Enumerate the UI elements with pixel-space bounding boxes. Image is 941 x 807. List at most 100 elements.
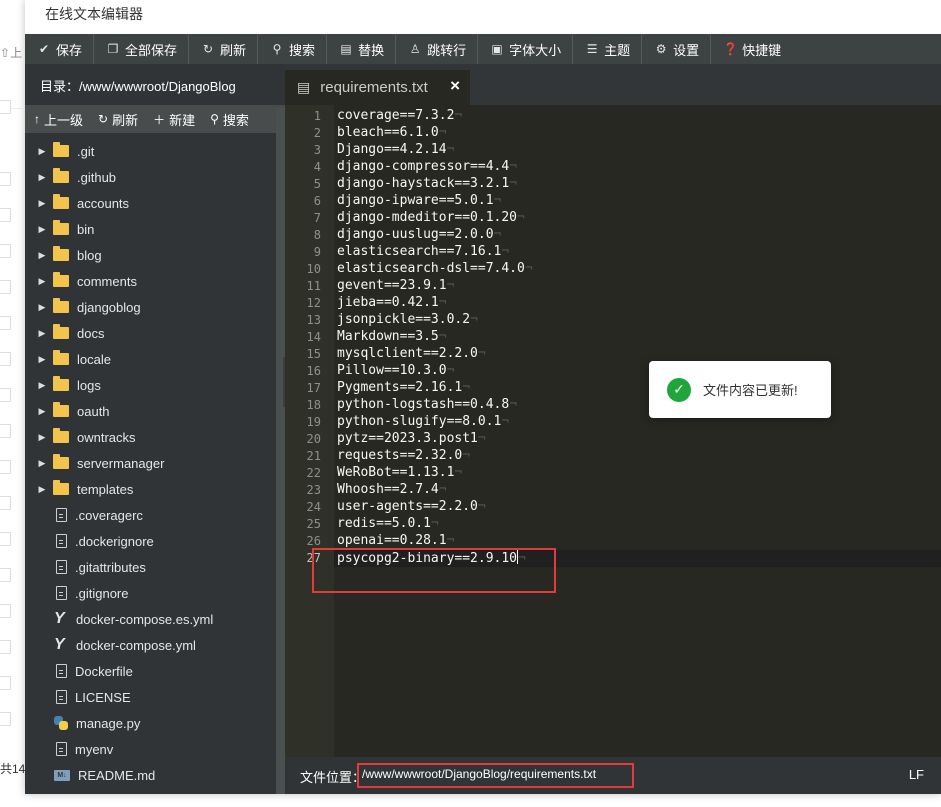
code-line[interactable]: WeRoBot==1.13.1¬ xyxy=(337,465,462,480)
chevron-right-icon[interactable]: ▶ xyxy=(37,380,47,391)
sidebar-refresh-button[interactable]: ↻ 刷新 xyxy=(89,105,144,133)
background-checkbox xyxy=(0,676,11,690)
tree-folder[interactable]: ▶ oauth xyxy=(25,398,275,424)
search-button[interactable]: ⚲ 搜索 xyxy=(258,34,328,64)
code-line[interactable]: python-slugify==8.0.1¬ xyxy=(337,414,509,429)
tree-folder[interactable]: ▶ templates xyxy=(25,476,275,502)
tree-file[interactable]: .dockerignore xyxy=(25,528,275,554)
code-line[interactable]: bleach==6.1.0¬ xyxy=(337,125,447,140)
code-text: python-slugify==8.0.1 xyxy=(337,414,502,429)
tree-file[interactable]: myenv xyxy=(25,736,275,762)
code-line[interactable]: redis==5.0.1¬ xyxy=(337,516,439,531)
code-line[interactable]: openai==0.28.1¬ xyxy=(337,533,454,548)
chevron-right-icon[interactable]: ▶ xyxy=(37,328,47,339)
tree-folder[interactable]: ▶ comments xyxy=(25,268,275,294)
code-line[interactable]: Django==4.2.14¬ xyxy=(337,142,454,157)
code-line[interactable]: django-mdeditor==0.1.20¬ xyxy=(337,210,525,225)
tree-folder[interactable]: ▶ locale xyxy=(25,346,275,372)
theme-button[interactable]: ☰ 主题 xyxy=(573,34,643,64)
tree-file[interactable]: manage.py xyxy=(25,710,275,736)
chevron-right-icon[interactable]: ▶ xyxy=(37,406,47,417)
code-line[interactable]: jsonpickle==3.0.2¬ xyxy=(337,312,478,327)
code-line[interactable]: Pygments==2.16.1¬ xyxy=(337,380,470,395)
background-page: ⇧上 共14个 xyxy=(0,0,37,807)
document-icon: ▤ xyxy=(297,79,311,95)
line-ending[interactable]: LF xyxy=(909,767,924,782)
code-line[interactable]: django-uuslug==2.0.0¬ xyxy=(337,227,501,242)
tree-folder[interactable]: ▶ .git xyxy=(25,138,275,164)
tree-folder[interactable]: ▶ docs xyxy=(25,320,275,346)
new-file-button[interactable]: ＋新建 xyxy=(144,105,201,133)
tree-file[interactable]: .gitattributes xyxy=(25,554,275,580)
code-line[interactable]: coverage==7.3.2¬ xyxy=(337,108,462,123)
chevron-right-icon[interactable]: ▶ xyxy=(37,302,47,313)
code-text: pytz==2023.3.post1 xyxy=(337,431,478,446)
chevron-right-icon[interactable]: ▶ xyxy=(37,224,47,235)
folder-icon xyxy=(53,246,69,261)
tab-requirements[interactable]: ▤ requirements.txt × xyxy=(285,70,470,105)
tree-folder[interactable]: ▶ .github xyxy=(25,164,275,190)
eol-marker: ¬ xyxy=(477,499,486,514)
line-number: 25 xyxy=(306,517,321,531)
code-line[interactable]: Whoosh==2.7.4¬ xyxy=(337,482,447,497)
dialog-title-bar[interactable]: 在线文本编辑器 xyxy=(25,0,941,34)
font-size-icon: ▣ xyxy=(491,42,503,56)
sidebar-scrollbar[interactable] xyxy=(276,108,285,794)
parent-dir-button[interactable]: ↑ 上一级 xyxy=(25,105,89,133)
goto-line-button[interactable]: ♙ 跳转行 xyxy=(396,34,479,64)
code-line[interactable]: elasticsearch-dsl==7.4.0¬ xyxy=(337,261,533,276)
tree-file[interactable]: Ydocker-compose.yml xyxy=(25,632,275,658)
plus-icon: ＋ xyxy=(153,112,166,127)
code-line[interactable]: mysqlclient==2.2.0¬ xyxy=(337,346,486,361)
tree-file[interactable]: Ydocker-compose.es.yml xyxy=(25,606,275,632)
tree-file[interactable]: .gitignore xyxy=(25,580,275,606)
tree-folder[interactable]: ▶ blog xyxy=(25,242,275,268)
tree-file[interactable]: .coveragerc xyxy=(25,502,275,528)
code-line[interactable]: Pillow==10.3.0¬ xyxy=(337,363,454,378)
code-line[interactable]: Markdown==3.5¬ xyxy=(337,329,447,344)
chevron-right-icon[interactable]: ▶ xyxy=(37,354,47,365)
tree-file[interactable]: Dockerfile xyxy=(25,658,275,684)
code-line[interactable]: user-agents==2.2.0¬ xyxy=(337,499,486,514)
chevron-right-icon[interactable]: ▶ xyxy=(37,432,47,443)
file-icon xyxy=(56,508,67,522)
theme-icon: ☰ xyxy=(586,42,598,56)
code-line[interactable]: requests==2.32.0¬ xyxy=(337,448,470,463)
chevron-right-icon[interactable]: ▶ xyxy=(37,484,47,495)
code-line[interactable]: python-logstash==0.4.8¬ xyxy=(337,397,517,412)
sidebar-search-button[interactable]: ⚲ 搜索 xyxy=(201,105,255,133)
code-line[interactable]: elasticsearch==7.16.1¬ xyxy=(337,244,509,259)
save-button[interactable]: ✔ 保存 xyxy=(25,34,95,64)
chevron-right-icon[interactable]: ▶ xyxy=(37,172,47,183)
font-size-button[interactable]: ▣ 字体大小 xyxy=(478,34,574,64)
code-editor[interactable]: 1 2 3 4 5 6 7 8 9 10 11 12 13 14 15 16 17 18 19 20 21 22 23 24 2… xyxy=(285,105,941,757)
tree-folder[interactable]: ▶ djangoblog xyxy=(25,294,275,320)
chevron-right-icon[interactable]: ▶ xyxy=(37,198,47,209)
shortcuts-button[interactable]: ❓ 快捷键 xyxy=(711,34,792,64)
tree-file[interactable]: M↓ README.md xyxy=(25,762,275,788)
replace-button[interactable]: ▤ 替换 xyxy=(327,34,397,64)
tree-folder[interactable]: ▶ accounts xyxy=(25,190,275,216)
close-icon[interactable]: × xyxy=(450,76,460,96)
chevron-right-icon[interactable]: ▶ xyxy=(37,250,47,261)
tree-folder[interactable]: ▶ logs xyxy=(25,372,275,398)
code-line[interactable]: django-haystack==3.2.1¬ xyxy=(337,176,517,191)
chevron-right-icon[interactable]: ▶ xyxy=(37,146,47,157)
code-line[interactable]: pytz==2023.3.post1¬ xyxy=(337,431,486,446)
code-line[interactable]: django-ipware==5.0.1¬ xyxy=(337,193,501,208)
save-all-button[interactable]: ❐ 全部保存 xyxy=(94,34,190,64)
tree-folder[interactable]: ▶ servermanager xyxy=(25,450,275,476)
refresh-button[interactable]: ↻ 刷新 xyxy=(189,34,259,64)
tree-folder[interactable]: ▶ owntracks xyxy=(25,424,275,450)
yaml-icon: Y xyxy=(54,636,65,653)
settings-button[interactable]: ⚙ 设置 xyxy=(642,34,712,64)
chevron-right-icon[interactable]: ▶ xyxy=(37,458,47,469)
code-line[interactable]: jieba==0.42.1¬ xyxy=(337,295,447,310)
background-checkbox xyxy=(0,424,11,438)
code-line[interactable]: django-compressor==4.4¬ xyxy=(337,159,517,174)
tree-file[interactable]: LICENSE xyxy=(25,684,275,710)
eol-marker: ¬ xyxy=(454,465,463,480)
tree-folder[interactable]: ▶ bin xyxy=(25,216,275,242)
chevron-right-icon[interactable]: ▶ xyxy=(37,276,47,287)
code-line[interactable]: gevent==23.9.1¬ xyxy=(337,278,454,293)
